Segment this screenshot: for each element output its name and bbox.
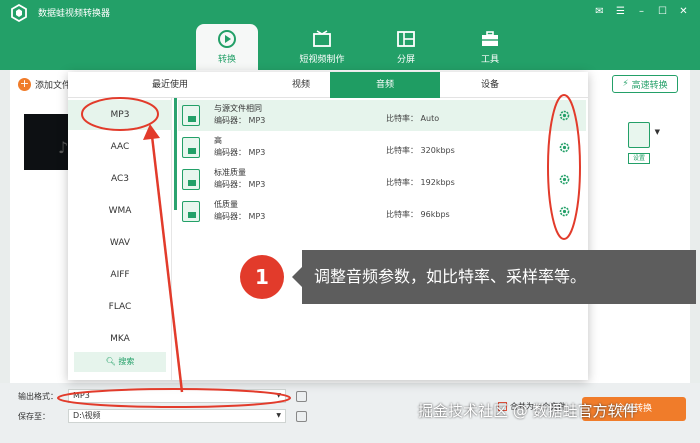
quality-bitrate: 比特率： 320kbps bbox=[386, 146, 455, 155]
tab-device[interactable]: 设备 bbox=[440, 72, 540, 98]
tab-split-screen-label: 分屏 bbox=[396, 55, 415, 65]
add-file-button[interactable]: + 添加文件 bbox=[18, 78, 71, 91]
music-note-icon: ♪ bbox=[58, 138, 69, 157]
maximize-icon[interactable]: ☐ bbox=[654, 4, 671, 19]
format-category-tabs: 最近使用 视频 音频 设备 bbox=[68, 72, 588, 98]
quality-bitrate: 比特率： 192kbps bbox=[386, 178, 455, 187]
tab-convert-label: 转换 bbox=[217, 55, 236, 65]
high-speed-label: 高速转换 bbox=[631, 80, 668, 91]
step-number-badge: 1 bbox=[240, 255, 284, 299]
format-item-mp3[interactable]: MP3 bbox=[68, 100, 172, 130]
app-title: 数据蛙视频转换器 bbox=[38, 9, 111, 19]
close-icon[interactable]: ✕ bbox=[675, 4, 692, 19]
quality-encoder: 编码器： MP3 bbox=[214, 148, 266, 157]
quality-name: 低质量 bbox=[214, 200, 238, 209]
gear-icon[interactable] bbox=[558, 109, 571, 122]
audio-file-icon bbox=[182, 169, 200, 190]
quality-row[interactable]: 标准质量 编码器： MP3 比特率： 192kbps bbox=[178, 164, 586, 195]
tab-convert[interactable]: 转换 bbox=[196, 24, 258, 70]
high-speed-convert-button[interactable]: ⚡ 高速转换 bbox=[612, 75, 678, 93]
format-list-scrollbar[interactable] bbox=[174, 98, 177, 210]
tab-video-maker-label: 短视频制作 bbox=[299, 55, 345, 65]
format-item-aiff[interactable]: AIFF bbox=[68, 260, 172, 290]
output-format-badge[interactable] bbox=[628, 122, 650, 148]
settings-button[interactable]: 设置 bbox=[628, 153, 650, 164]
quality-name: 标准质量 bbox=[214, 168, 246, 177]
app-logo-icon bbox=[11, 4, 27, 22]
audio-file-icon bbox=[182, 137, 200, 158]
split-screen-icon bbox=[397, 31, 415, 47]
chevron-down-icon: ▼ bbox=[276, 412, 281, 419]
folder-icon[interactable] bbox=[296, 411, 307, 422]
gear-icon[interactable] bbox=[558, 205, 571, 218]
quality-row[interactable]: 低质量 编码器： MP3 比特率： 96kbps bbox=[178, 196, 586, 227]
minimize-icon[interactable]: – bbox=[633, 4, 650, 19]
quality-bitrate: 比特率： Auto bbox=[386, 114, 440, 123]
gear-icon[interactable] bbox=[558, 141, 571, 154]
tab-video[interactable]: 视频 bbox=[272, 72, 330, 98]
add-file-label: 添加文件 bbox=[35, 81, 72, 91]
tab-tools-label: 工具 bbox=[480, 55, 499, 65]
search-icon: 🔍︎ bbox=[105, 357, 119, 366]
gear-icon[interactable] bbox=[558, 173, 571, 186]
search-label: 搜索 bbox=[118, 357, 135, 366]
save-to-label: 保存至： bbox=[18, 412, 50, 421]
format-item-ac3[interactable]: AC3 bbox=[68, 164, 172, 194]
format-item-wma[interactable]: WMA bbox=[68, 196, 172, 226]
format-item-flac[interactable]: FLAC bbox=[68, 292, 172, 322]
quality-encoder: 编码器： MP3 bbox=[214, 180, 266, 189]
format-item-aac[interactable]: AAC bbox=[68, 132, 172, 162]
tab-split-screen[interactable]: 分屏 bbox=[364, 24, 448, 70]
quality-row[interactable]: 与源文件相同 编码器： MP3 比特率： Auto bbox=[178, 100, 586, 131]
audio-file-icon bbox=[182, 105, 200, 126]
window-controls: ✉ ☰ – ☐ ✕ bbox=[591, 4, 692, 19]
title-bar: 数据蛙视频转换器 ✉ ☰ – ☐ ✕ 转换 短视频制作 分屏 工具 bbox=[0, 0, 700, 70]
video-maker-icon bbox=[313, 30, 331, 47]
chevron-down-icon[interactable]: ▼ bbox=[655, 128, 660, 136]
feedback-icon[interactable]: ✉ bbox=[591, 4, 608, 19]
format-settings-icon[interactable] bbox=[296, 391, 307, 402]
tab-tools[interactable]: 工具 bbox=[448, 24, 532, 70]
chevron-down-icon: ▼ bbox=[276, 392, 281, 399]
toolbox-icon bbox=[482, 31, 498, 46]
format-item-mka[interactable]: MKA bbox=[68, 324, 172, 354]
tab-video-maker[interactable]: 短视频制作 bbox=[280, 24, 364, 70]
save-path-value: D:\视频 bbox=[73, 411, 101, 420]
tab-audio[interactable]: 音频 bbox=[330, 72, 440, 98]
save-path-select[interactable]: D:\视频 ▼ bbox=[68, 409, 286, 423]
watermark: 掘金技术社区 @ 数据蛙官方软件 bbox=[418, 402, 638, 420]
format-search-button[interactable]: 🔍︎ 搜索 bbox=[74, 352, 166, 372]
format-item-wav[interactable]: WAV bbox=[68, 228, 172, 258]
quality-encoder: 编码器： MP3 bbox=[214, 212, 266, 221]
tutorial-callout: 1 调整音频参数，如比特率、采样率等。 bbox=[240, 250, 696, 304]
quality-bitrate: 比特率： 96kbps bbox=[386, 210, 450, 219]
quality-row[interactable]: 高 编码器： MP3 比特率： 320kbps bbox=[178, 132, 586, 163]
output-format-value: MP3 bbox=[73, 391, 90, 400]
lightning-icon: ⚡ bbox=[622, 79, 629, 89]
quality-encoder: 编码器： MP3 bbox=[214, 116, 266, 125]
output-format-label: 输出格式： bbox=[18, 392, 58, 401]
callout-text: 调整音频参数，如比特率、采样率等。 bbox=[292, 250, 696, 304]
menu-icon[interactable]: ☰ bbox=[612, 4, 629, 19]
audio-file-icon bbox=[182, 201, 200, 222]
quality-name: 与源文件相同 bbox=[214, 104, 262, 113]
plus-icon: + bbox=[18, 77, 31, 91]
quality-name: 高 bbox=[214, 136, 222, 145]
output-format-select[interactable]: MP3 ▼ bbox=[68, 389, 286, 403]
main-nav: 转换 短视频制作 分屏 工具 bbox=[196, 24, 532, 70]
format-dropdown: 最近使用 视频 音频 设备 MP3 AAC AC3 WMA WAV AIFF F… bbox=[68, 72, 588, 380]
audio-format-list: MP3 AAC AC3 WMA WAV AIFF FLAC MKA 🔍︎ 搜索 bbox=[68, 98, 172, 380]
tab-recent[interactable]: 最近使用 bbox=[68, 72, 272, 98]
convert-icon bbox=[218, 30, 236, 48]
